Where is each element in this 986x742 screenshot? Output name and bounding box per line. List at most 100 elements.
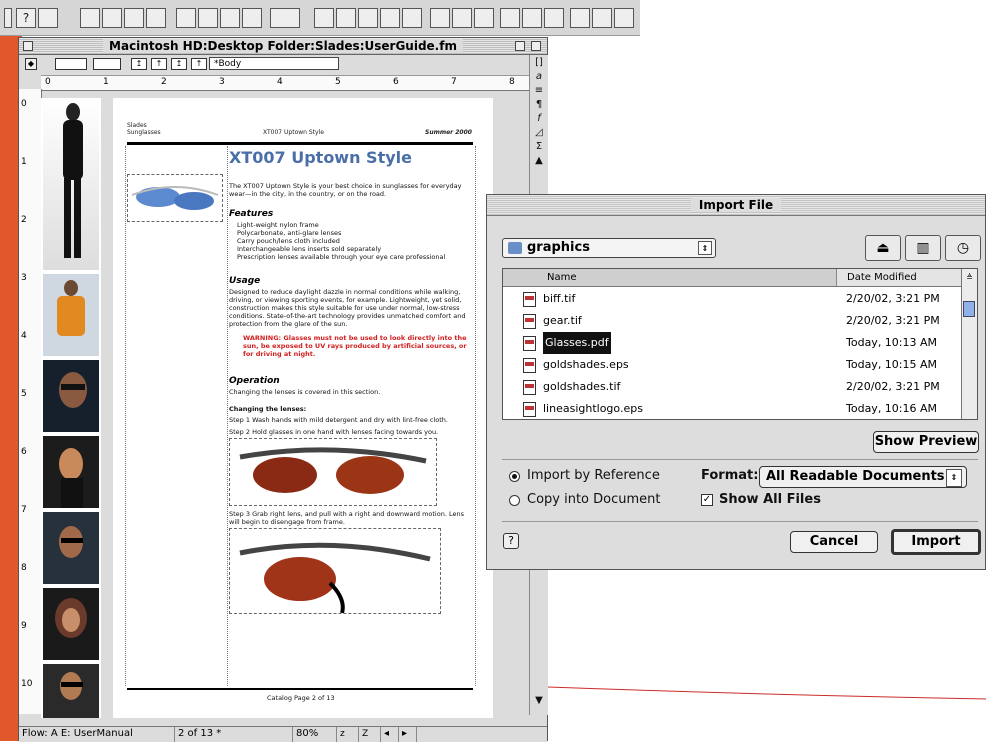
model-photo[interactable] <box>43 98 99 270</box>
cancel-button[interactable]: Cancel <box>790 531 878 553</box>
file-row[interactable]: gear.tif 2/20/02, 3:21 PM <box>503 310 963 332</box>
warning-text: WARNING: Glasses must not be used to loo… <box>243 334 467 358</box>
zoom-out-icon[interactable]: z <box>337 727 359 742</box>
glasses-image-frame[interactable] <box>127 174 223 222</box>
new-doc-button[interactable] <box>38 8 58 28</box>
document-page[interactable]: Slades Sunglasses XT007 Uptown Style Sum… <box>113 98 493 718</box>
right-tab-icon[interactable]: ↥ <box>171 58 187 70</box>
updown-arrow-icon: ⇕ <box>946 469 962 487</box>
show-all-files-label[interactable]: Show All Files <box>719 492 821 507</box>
alignment-dropdown[interactable] <box>270 8 300 28</box>
zoom-menu[interactable]: 80% <box>293 727 337 742</box>
folder-popup[interactable]: graphics ⇕ <box>502 238 716 258</box>
recent-clock-icon-button[interactable]: ◷ <box>945 235 981 261</box>
pilcrow-icon[interactable]: ¶ <box>532 99 546 111</box>
top-ruler[interactable]: 0 1 2 3 4 5 6 7 8 <box>41 75 529 91</box>
col-insert-button[interactable] <box>452 8 472 28</box>
dialog-separator <box>502 521 978 522</box>
import-button[interactable]: Import <box>891 529 981 555</box>
text-tool-icon[interactable]: a <box>532 71 546 83</box>
layout-button-1[interactable] <box>570 8 590 28</box>
name-column-header[interactable]: Name <box>503 269 836 287</box>
help-icon[interactable]: ? <box>503 533 519 549</box>
table-button-3[interactable] <box>358 8 378 28</box>
file-row[interactable]: goldshades.tif 2/20/02, 3:21 PM <box>503 376 963 398</box>
bracket-icon[interactable]: [] <box>532 57 546 69</box>
save-button[interactable] <box>124 8 144 28</box>
cell-button[interactable] <box>474 8 494 28</box>
table-button-5[interactable] <box>402 8 422 28</box>
function-icon[interactable]: f <box>532 113 546 125</box>
view-button-1[interactable] <box>500 8 520 28</box>
decimal-tab-icon[interactable]: ↑ <box>191 58 207 70</box>
format-popup[interactable]: All Readable Documents ⇕ <box>759 466 967 488</box>
view-button-3[interactable] <box>544 8 564 28</box>
sort-direction-icon[interactable]: ≜ <box>962 269 977 287</box>
next-page-icon[interactable]: ▸ <box>399 727 417 742</box>
row-insert-button[interactable] <box>430 8 450 28</box>
model-photo[interactable] <box>43 664 99 718</box>
sigma-icon[interactable]: Σ <box>532 141 546 153</box>
file-icon <box>523 292 536 307</box>
format-toggle-icon[interactable]: ◆ <box>25 58 37 70</box>
table-button-1[interactable] <box>314 8 334 28</box>
edit-button[interactable] <box>242 8 262 28</box>
scroll-down-icon[interactable]: ▼ <box>532 695 546 707</box>
left-ruler[interactable]: 0 1 2 3 4 5 6 7 8 9 10 <box>19 89 42 714</box>
glasses-image-frame-2[interactable] <box>229 438 437 506</box>
collapse-box[interactable] <box>531 41 541 51</box>
feature-item: Carry pouch/lens cloth included <box>237 237 340 245</box>
alignment-menu[interactable] <box>55 58 87 70</box>
file-list[interactable]: Name Date Modified biff.tif 2/20/02, 3:2… <box>502 268 978 420</box>
paste-button[interactable] <box>220 8 240 28</box>
prev-page-icon[interactable]: ◂ <box>381 727 399 742</box>
import-by-reference-label[interactable]: Import by Reference <box>527 468 660 483</box>
copy-into-document-radio[interactable] <box>509 495 520 506</box>
toolbar-grip[interactable] <box>4 8 12 28</box>
model-photo[interactable] <box>43 588 99 660</box>
triangle-icon[interactable]: ◿ <box>532 127 546 139</box>
scroll-thumb[interactable] <box>963 301 975 317</box>
file-row[interactable]: lineasightlogo.eps Today, 10:16 AM <box>503 398 963 419</box>
table-button-2[interactable] <box>336 8 356 28</box>
favorites-icon-button[interactable]: ▥ <box>905 235 941 261</box>
disk-icon-button[interactable]: ⏏ <box>865 235 901 261</box>
copy-button[interactable] <box>198 8 218 28</box>
model-photo[interactable] <box>43 274 99 356</box>
glasses-image-frame-3[interactable] <box>229 528 441 614</box>
date-column-header[interactable]: Date Modified <box>836 269 963 287</box>
scroll-up-icon[interactable]: ▲ <box>532 155 546 167</box>
new-page-button[interactable] <box>80 8 100 28</box>
flow-status: Flow: A E: UserManual <box>19 727 175 742</box>
file-row[interactable]: biff.tif 2/20/02, 3:21 PM <box>503 288 963 310</box>
print-button[interactable] <box>146 8 166 28</box>
show-all-files-checkbox[interactable]: ✓ <box>701 494 713 506</box>
file-list-scrollbar[interactable]: ≜ <box>961 269 977 419</box>
open-button[interactable] <box>102 8 122 28</box>
table-button-4[interactable] <box>380 8 400 28</box>
layout-button-3[interactable] <box>614 8 634 28</box>
file-row[interactable]: goldshades.eps Today, 10:15 AM <box>503 354 963 376</box>
desktop-red-line <box>548 686 986 700</box>
layout-button-2[interactable] <box>592 8 612 28</box>
cut-button[interactable] <box>176 8 196 28</box>
left-tab-icon[interactable]: ↥ <box>131 58 147 70</box>
view-button-2[interactable] <box>522 8 542 28</box>
dialog-titlebar[interactable]: Import File <box>487 195 985 216</box>
copy-into-document-label[interactable]: Copy into Document <box>527 492 661 507</box>
document-titlebar[interactable]: Macintosh HD:Desktop Folder:Slades:UserG… <box>19 38 547 55</box>
model-photo[interactable] <box>43 436 99 508</box>
import-by-reference-radio[interactable] <box>509 471 520 482</box>
file-row-selected[interactable]: Glasses.pdf Today, 10:13 AM <box>503 332 963 354</box>
zoom-in-icon[interactable]: Z <box>359 727 381 742</box>
page-status[interactable]: 2 of 13 * <box>175 727 293 742</box>
spacing-menu[interactable] <box>93 58 121 70</box>
show-preview-button[interactable]: Show Preview <box>873 431 979 453</box>
help-button[interactable]: ? <box>16 8 36 28</box>
model-photo[interactable] <box>43 360 99 432</box>
variable-icon[interactable]: ≡ <box>532 85 546 97</box>
model-photo[interactable] <box>43 512 99 584</box>
paragraph-tag-menu[interactable]: *Body <box>209 57 339 70</box>
center-tab-icon[interactable]: ↑ <box>151 58 167 70</box>
zoom-box[interactable] <box>515 41 525 51</box>
